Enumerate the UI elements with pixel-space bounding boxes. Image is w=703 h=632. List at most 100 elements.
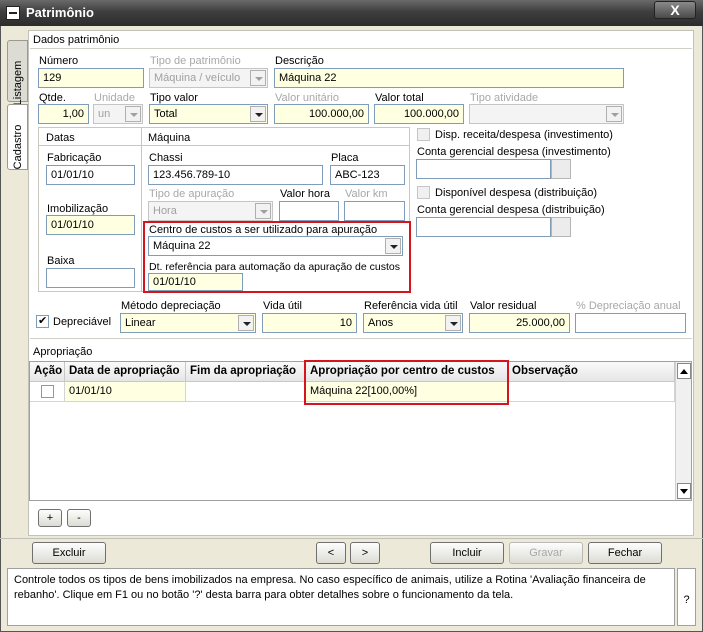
dados-header: Dados patrimônio (33, 34, 120, 46)
fabricacao-label: Fabricação (47, 152, 102, 164)
previous-button[interactable]: < (316, 542, 346, 564)
vida-util-label: Vida útil (263, 300, 302, 312)
baixa-field[interactable] (46, 268, 135, 288)
unidade-select: un (93, 104, 143, 124)
centro-custos-value: Máquina 22 (153, 240, 211, 252)
referencia-value: Anos (368, 317, 394, 329)
column-header-observacao[interactable]: Observação (508, 362, 675, 382)
remove-row-button[interactable]: - (67, 509, 91, 527)
fabricacao-field[interactable]: 01/01/10 (46, 165, 135, 185)
dt-referencia-label: Dt. referência para automação da apuraçã… (149, 261, 400, 273)
next-button[interactable]: > (350, 542, 380, 564)
table-cell-data[interactable]: 01/01/10 (65, 382, 186, 402)
vertical-scrollbar[interactable] (675, 362, 691, 500)
disp-receita-label: Disp. receita/despesa (investimento) (435, 129, 613, 141)
scroll-up-button[interactable] (677, 363, 691, 379)
chevron-down-icon[interactable] (385, 238, 401, 254)
tab-cadastro-label: Cadastro (12, 124, 24, 170)
disp-despesa-label: Disponível despesa (distribuição) (435, 187, 598, 199)
chassi-field[interactable]: 123.456.789-10 (148, 165, 323, 185)
tipo-patrimonio-select: Máquina / veículo (149, 68, 268, 88)
unidade-label: Unidade (94, 92, 135, 104)
conta-distrib-lookup-button[interactable] (551, 217, 571, 237)
conta-invest-field[interactable] (416, 159, 551, 179)
qtde-field[interactable]: 1,00 (38, 104, 89, 124)
tab-cadastro[interactable]: Cadastro (7, 104, 28, 170)
close-button[interactable]: X (654, 1, 696, 19)
valor-total-field[interactable]: 100.000,00 (374, 104, 464, 124)
add-row-button[interactable]: + (38, 509, 62, 527)
valor-hora-label: Valor hora (280, 188, 330, 200)
row-action-cell[interactable] (30, 382, 65, 402)
numero-label: Número (39, 55, 79, 67)
descricao-field[interactable]: Máquina 22 (274, 68, 624, 88)
tipo-valor-select[interactable]: Total (149, 104, 268, 124)
divider (30, 338, 692, 339)
chevron-down-icon (606, 106, 622, 122)
vida-util-field[interactable]: 10 (262, 313, 357, 333)
valor-unitario-field: 100.000,00 (274, 104, 369, 124)
column-header-fim[interactable]: Fim da apropriação (186, 362, 306, 382)
qtde-label: Qtde. (39, 92, 66, 104)
table-cell-fim[interactable] (186, 382, 306, 402)
placa-field[interactable]: ABC-123 (330, 165, 405, 185)
maquina-header: Máquina (148, 132, 191, 144)
valor-km-label: Valor km (345, 188, 388, 200)
depreciavel-checkbox[interactable] (36, 314, 49, 328)
tab-listagem[interactable]: Listagem (7, 40, 28, 105)
title-bar: Patrimônio X (0, 0, 703, 26)
disp-receita-checkbox[interactable] (417, 128, 430, 141)
referencia-select[interactable]: Anos (363, 313, 463, 333)
system-menu-icon[interactable] (6, 6, 20, 20)
incluir-button[interactable]: Incluir (430, 542, 504, 564)
valor-total-label: Valor total (375, 92, 424, 104)
pct-anual-field (575, 313, 686, 333)
datas-header: Datas (46, 132, 75, 144)
valor-residual-field[interactable]: 25.000,00 (469, 313, 570, 333)
arrow-up-icon (680, 369, 688, 374)
disp-despesa-checkbox[interactable] (417, 186, 430, 199)
tipo-apuracao-label: Tipo de apuração (149, 188, 235, 200)
descricao-label: Descrição (275, 55, 324, 67)
chevron-down-icon (255, 203, 271, 219)
divider (30, 48, 692, 49)
highlight-apropriacao-centro (304, 360, 509, 405)
metodo-value: Linear (125, 317, 156, 329)
metodo-select[interactable]: Linear (120, 313, 256, 333)
imobilizacao-field[interactable]: 01/01/10 (46, 215, 135, 235)
gravar-button: Gravar (509, 542, 583, 564)
valor-hora-field[interactable] (279, 201, 339, 221)
row-select-checkbox[interactable] (41, 385, 54, 398)
depreciavel-label: Depreciável (53, 316, 112, 328)
arrow-down-icon (680, 489, 688, 494)
centro-custos-label: Centro de custos a ser utilizado para ap… (149, 224, 378, 236)
chevron-down-icon[interactable] (445, 315, 461, 331)
conta-distrib-field[interactable] (416, 217, 551, 237)
tipo-valor-label: Tipo valor (150, 92, 198, 104)
window-title: Patrimônio (26, 5, 94, 20)
centro-custos-select[interactable]: Máquina 22 (148, 236, 403, 256)
valor-unitario-label: Valor unitário (275, 92, 339, 104)
dt-referencia-field[interactable]: 01/01/10 (148, 273, 243, 291)
help-button[interactable]: ? (677, 568, 696, 626)
chevron-down-icon[interactable] (238, 315, 254, 331)
apropriacao-header: Apropriação (33, 346, 93, 358)
status-message: Controle todos os tipos de bens imobiliz… (7, 568, 675, 626)
tipo-atividade-label: Tipo atividade (470, 92, 539, 104)
column-header-acao[interactable]: Ação (30, 362, 65, 382)
conta-invest-label: Conta gerencial despesa (investimento) (417, 146, 611, 158)
fechar-button[interactable]: Fechar (588, 542, 662, 564)
conta-invest-lookup-button[interactable] (551, 159, 571, 179)
referencia-label: Referência vida útil (364, 300, 458, 312)
chevron-down-icon[interactable] (250, 106, 266, 122)
tipo-valor-value: Total (154, 108, 178, 120)
tipo-atividade-select (469, 104, 624, 124)
numero-field[interactable]: 129 (38, 68, 144, 88)
table-cell-observacao[interactable] (508, 382, 675, 402)
scroll-down-button[interactable] (677, 483, 691, 499)
excluir-button[interactable]: Excluir (32, 542, 106, 564)
tipo-apuracao-select: Hora (148, 201, 273, 221)
column-header-data[interactable]: Data de apropriação (65, 362, 186, 382)
chevron-down-icon (250, 70, 266, 86)
imobilizacao-label: Imobilização (47, 203, 109, 215)
